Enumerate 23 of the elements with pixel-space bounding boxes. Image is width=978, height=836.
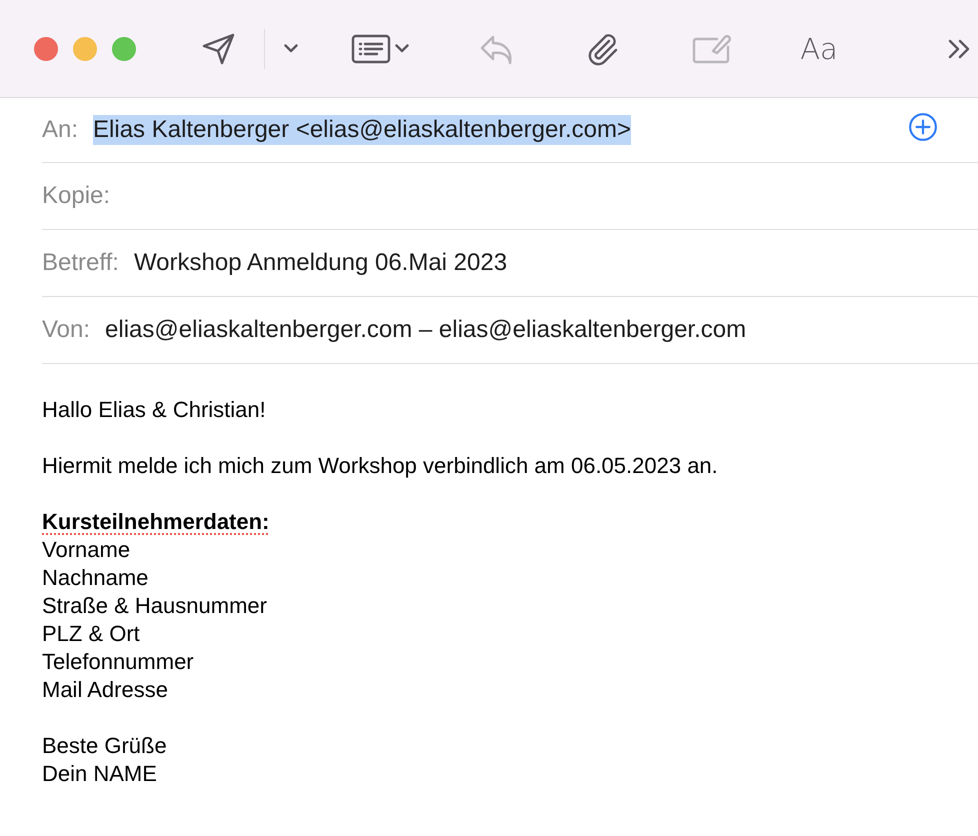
body-text: Beste Grüße	[42, 732, 167, 760]
close-button[interactable]	[34, 36, 58, 60]
body-text: Nachname	[42, 564, 148, 592]
add-contact-button[interactable]	[908, 112, 938, 142]
caret-icon	[284, 44, 298, 53]
field-value[interactable]: Workshop Anmeldung 06.Mai 2023	[134, 248, 508, 278]
field-value[interactable]: Elias Kaltenberger <elias@eliaskaltenberger.com>	[93, 115, 632, 145]
body-heading: Kursteilnehmerdaten:	[42, 508, 270, 536]
caret-icon	[395, 44, 409, 53]
field-label: Kopie:	[42, 182, 110, 210]
field-value[interactable]: elias@eliaskaltenberger.com – elias@eliaskaltenberger.com	[105, 315, 746, 345]
body-text: Telefonnummer	[42, 648, 194, 676]
body-text: Hallo Elias & Christian!	[42, 396, 266, 424]
body-text: Vorname	[42, 536, 130, 564]
body-text: Mail Adresse	[42, 676, 168, 704]
body-text: Straße & Hausnummer	[42, 592, 267, 620]
body-text: Hiermit melde ich mich zum Workshop verbindlich am 06.05.2023 an.	[42, 452, 718, 480]
body-text: Dein NAME	[42, 760, 157, 788]
format-button[interactable]: Aa	[797, 26, 841, 70]
body-text: PLZ & Ort	[42, 620, 140, 648]
field-label: Von:	[42, 316, 90, 344]
field-label: Betreff:	[42, 249, 119, 277]
field-label: An:	[42, 116, 78, 144]
